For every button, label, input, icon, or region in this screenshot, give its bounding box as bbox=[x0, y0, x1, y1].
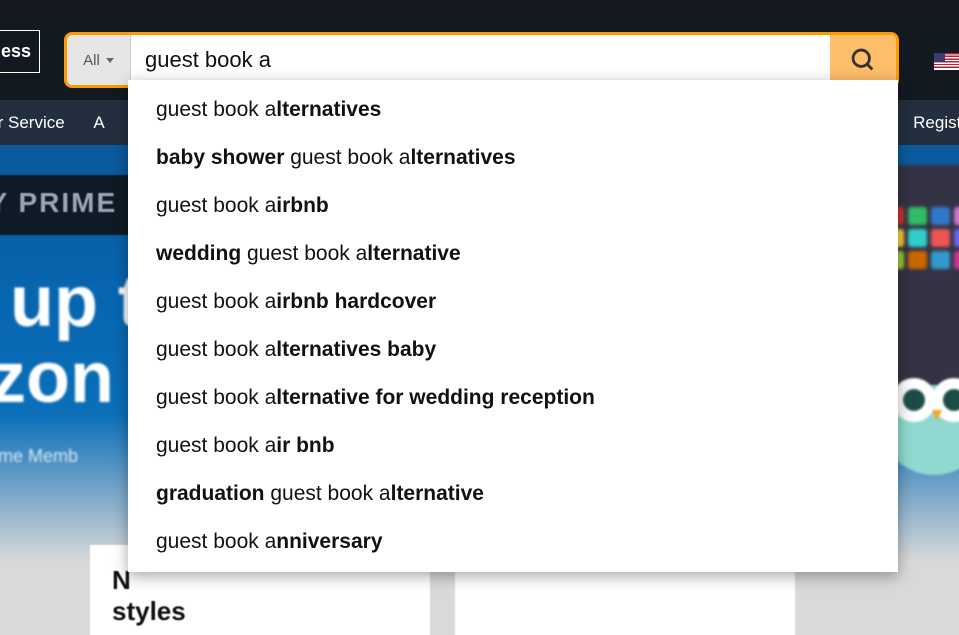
prime-badge: LY PRIME bbox=[0, 175, 139, 235]
suggestion-typed: guest book a bbox=[156, 290, 276, 313]
suggestion-completion: nniversary bbox=[276, 530, 382, 553]
suggestion-item[interactable]: wedding guest book alternative bbox=[128, 230, 898, 278]
chevron-down-icon bbox=[106, 58, 114, 63]
suggestion-prefix: baby shower bbox=[156, 146, 290, 169]
secondary-nav-right: Registr bbox=[901, 113, 959, 133]
suggestion-item[interactable]: guest book alternatives baby bbox=[128, 326, 898, 374]
suggestion-typed: guest book a bbox=[270, 482, 390, 505]
suggestion-typed: guest book a bbox=[156, 338, 276, 361]
suggestion-completion: lternatives bbox=[276, 98, 381, 121]
suggestion-item[interactable]: guest book air bnb bbox=[128, 422, 898, 470]
suggestion-completion: lternatives bbox=[410, 146, 515, 169]
window-top-strip bbox=[0, 0, 959, 8]
search-input[interactable] bbox=[131, 35, 830, 85]
suggestion-completion: irbnb hardcover bbox=[276, 290, 436, 313]
suggestion-typed: guest book a bbox=[156, 434, 276, 457]
suggestion-typed: guest book a bbox=[156, 98, 276, 121]
suggestion-item[interactable]: graduation guest book alternative bbox=[128, 470, 898, 518]
search-submit-button[interactable] bbox=[830, 35, 896, 85]
suggestion-typed: guest book a bbox=[156, 194, 276, 217]
suggestion-item[interactable]: guest book airbnb hardcover bbox=[128, 278, 898, 326]
hero-headline: e up t azon for Prime Memb bbox=[0, 265, 142, 467]
secondary-nav-left: mer Service A bbox=[0, 113, 117, 133]
magnifier-icon bbox=[849, 46, 877, 74]
suggestion-prefix: graduation bbox=[156, 482, 270, 505]
business-badge-text: ess bbox=[1, 41, 31, 61]
suggestion-item[interactable]: guest book airbnb bbox=[128, 182, 898, 230]
hero-headline-line2: azon bbox=[0, 338, 114, 418]
suggestion-item[interactable]: guest book alternatives bbox=[128, 86, 898, 134]
suggestion-typed: guest book a bbox=[156, 386, 276, 409]
suggestion-completion: lternative bbox=[391, 482, 484, 505]
suggestion-prefix: wedding bbox=[156, 242, 247, 265]
nav-item-customer-service[interactable]: mer Service bbox=[0, 113, 65, 132]
suggestion-item[interactable]: guest book anniversary bbox=[128, 518, 898, 566]
nav-item-registry[interactable]: Registr bbox=[913, 113, 959, 132]
search-category-dropdown[interactable]: All bbox=[67, 35, 131, 85]
suggestion-typed: guest book a bbox=[247, 242, 367, 265]
nav-item-partial-a[interactable]: A bbox=[93, 113, 104, 132]
suggestion-completion: ir bnb bbox=[276, 434, 334, 457]
suggestion-item[interactable]: baby shower guest book alternatives bbox=[128, 134, 898, 182]
prime-badge-text: LY PRIME bbox=[0, 187, 117, 218]
suggestion-completion: lternative bbox=[367, 242, 460, 265]
card1-line2: styles bbox=[112, 596, 186, 626]
suggestion-completion: irbnb bbox=[276, 194, 329, 217]
suggestion-completion: lternatives baby bbox=[276, 338, 436, 361]
country-flag-us-icon[interactable] bbox=[934, 53, 959, 70]
suggestion-typed: guest book a bbox=[156, 530, 276, 553]
business-badge[interactable]: ess bbox=[0, 30, 40, 73]
suggestion-typed: guest book a bbox=[290, 146, 410, 169]
search-category-label: All bbox=[83, 52, 100, 69]
suggestion-item[interactable]: guest book alternative for wedding recep… bbox=[128, 374, 898, 422]
suggestion-completion: lternative for wedding reception bbox=[276, 386, 595, 409]
search-suggestions-dropdown: guest book alternativesbaby shower guest… bbox=[128, 80, 898, 572]
hero-headline-line1: e up t bbox=[0, 262, 142, 342]
hero-subtext: for Prime Memb bbox=[0, 446, 142, 467]
